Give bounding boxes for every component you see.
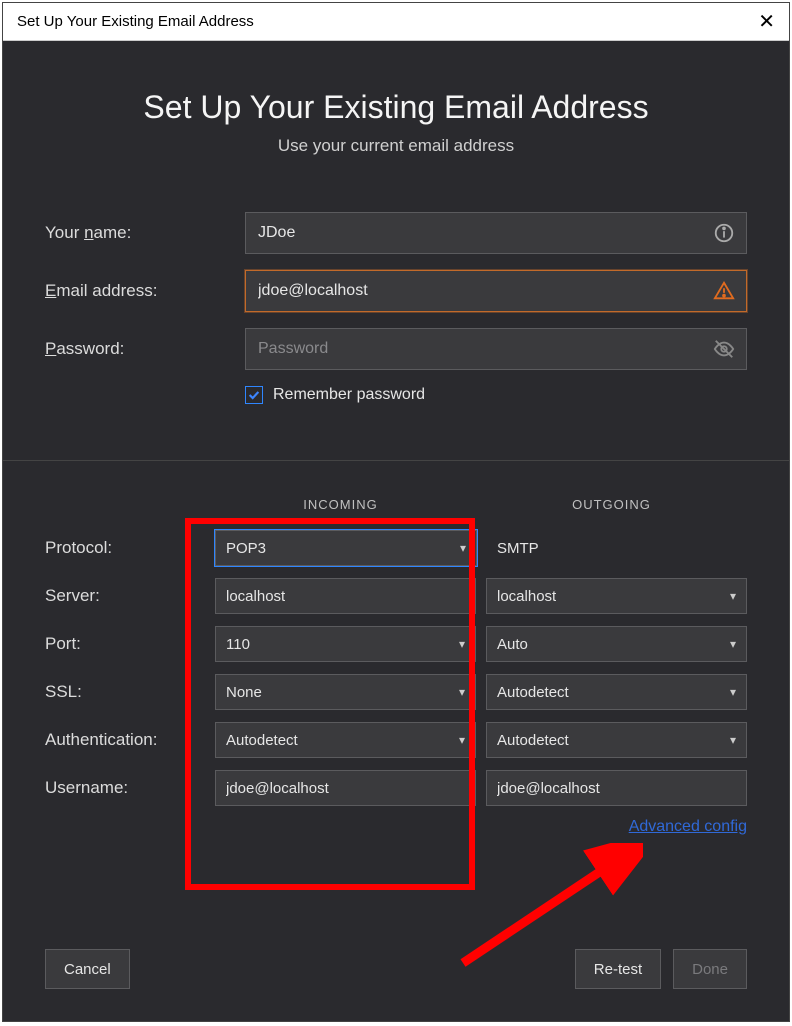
incoming-auth-select[interactable]: Autodetect▾	[215, 722, 476, 758]
outgoing-protocol-text: SMTP	[487, 530, 747, 566]
incoming-username-input[interactable]: jdoe@localhost	[215, 770, 476, 806]
name-label: Your name:	[45, 223, 245, 243]
chevron-down-icon: ▾	[730, 733, 736, 747]
auth-label: Authentication:	[45, 730, 205, 750]
titlebar: Set Up Your Existing Email Address ✕	[3, 3, 789, 41]
protocol-label: Protocol:	[45, 538, 205, 558]
page-title: Set Up Your Existing Email Address	[45, 89, 747, 126]
chevron-down-icon: ▾	[459, 733, 465, 747]
outgoing-ssl-select[interactable]: Autodetect▾	[486, 674, 747, 710]
page-subtitle: Use your current email address	[45, 136, 747, 156]
cancel-button[interactable]: Cancel	[45, 949, 130, 989]
chevron-down-icon: ▾	[460, 541, 466, 555]
email-label: Email address:	[45, 281, 245, 301]
close-icon[interactable]: ✕	[758, 12, 775, 32]
incoming-ssl-select[interactable]: None▾	[215, 674, 476, 710]
eye-off-icon[interactable]	[713, 338, 735, 360]
name-input[interactable]	[245, 212, 747, 254]
outgoing-port-select[interactable]: Auto▾	[486, 626, 747, 662]
outgoing-auth-select[interactable]: Autodetect▾	[486, 722, 747, 758]
retest-button[interactable]: Re-test	[575, 949, 661, 989]
chevron-down-icon: ▾	[459, 685, 465, 699]
outgoing-server-select[interactable]: localhost▾	[486, 578, 747, 614]
port-label: Port:	[45, 634, 205, 654]
incoming-server-input[interactable]: localhost	[215, 578, 476, 614]
email-input[interactable]	[245, 270, 747, 312]
incoming-protocol-select[interactable]: POP3▾	[215, 530, 477, 566]
chevron-down-icon: ▾	[730, 589, 736, 603]
info-icon[interactable]	[713, 222, 735, 244]
remember-label: Remember password	[273, 386, 425, 404]
incoming-header: INCOMING	[205, 497, 476, 512]
remember-checkbox[interactable]	[245, 386, 263, 404]
server-label: Server:	[45, 586, 205, 606]
outgoing-username-input[interactable]: jdoe@localhost	[486, 770, 747, 806]
chevron-down-icon: ▾	[730, 637, 736, 651]
window-title: Set Up Your Existing Email Address	[17, 13, 254, 30]
server-config-section: INCOMING OUTGOING Protocol: POP3▾ SMTP S…	[3, 460, 789, 806]
advanced-config-link[interactable]: Advanced config	[3, 818, 789, 836]
ssl-label: SSL:	[45, 682, 205, 702]
dialog-window: Set Up Your Existing Email Address ✕ Set…	[2, 2, 790, 1022]
incoming-port-select[interactable]: 110▾	[215, 626, 476, 662]
username-label: Username:	[45, 778, 205, 798]
password-label: Password:	[45, 339, 245, 359]
main-content: Set Up Your Existing Email Address Use y…	[3, 41, 789, 404]
chevron-down-icon: ▾	[730, 685, 736, 699]
password-input[interactable]	[245, 328, 747, 370]
chevron-down-icon: ▾	[459, 637, 465, 651]
outgoing-header: OUTGOING	[476, 497, 747, 512]
warning-icon	[713, 280, 735, 302]
done-button[interactable]: Done	[673, 949, 747, 989]
